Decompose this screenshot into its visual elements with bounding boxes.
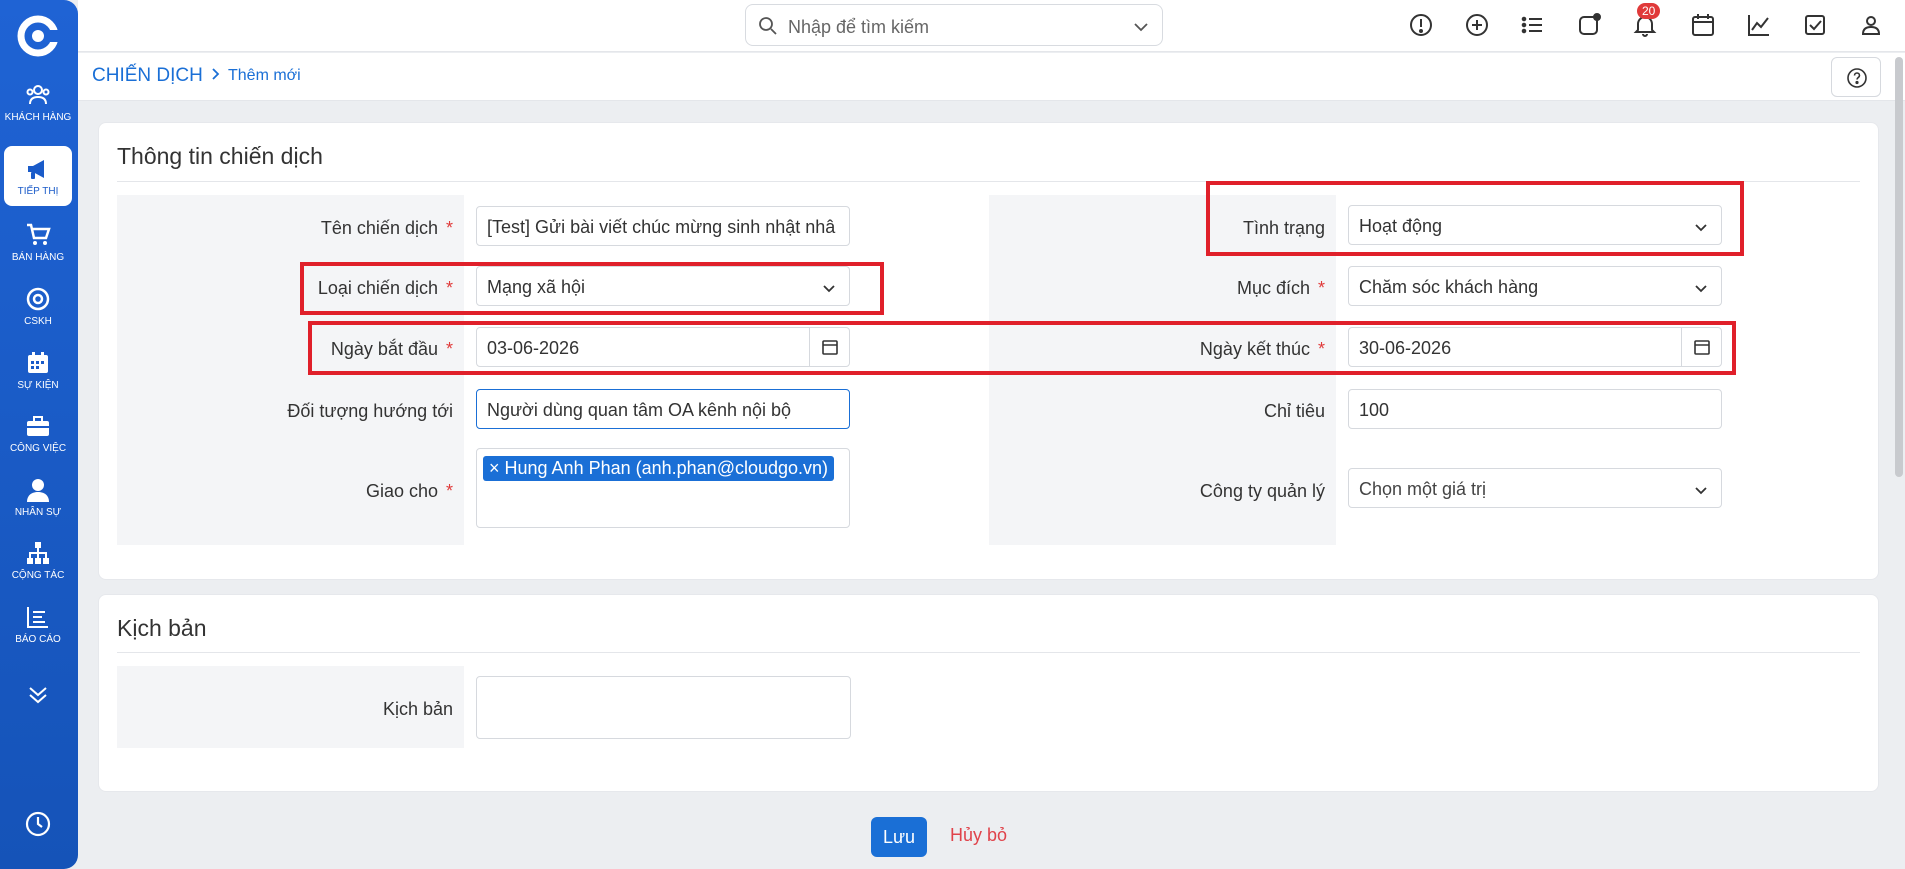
question-circle-icon (1847, 68, 1867, 88)
sidebar-item-label: SỰ KIỆN (17, 379, 59, 391)
highlight-box-status (1206, 181, 1744, 256)
sidebar-item-collaboration[interactable]: CỘNG TÁC (4, 530, 72, 590)
form-footer: Lưu Hủy bỏ (78, 806, 1905, 869)
assigned-to-input[interactable]: × Hung Anh Phan (anh.phan@cloudgo.vn) (476, 448, 850, 528)
lifebuoy-icon (26, 287, 50, 310)
chevron-right-icon (212, 68, 220, 80)
script-textarea[interactable] (476, 676, 851, 739)
sidebar-item-customers[interactable]: KHÁCH HÀNG (4, 72, 72, 132)
sidebar-item-reports[interactable]: BÁO CÁO (4, 594, 72, 654)
search-input[interactable]: Nhập để tìm kiếm (745, 4, 1163, 46)
user-icon[interactable] (1858, 12, 1884, 38)
campaign-name-input[interactable]: [Test] Gửi bài viết chúc mừng sinh nhật … (476, 206, 850, 246)
person-icon (27, 478, 49, 502)
double-chevron-down-icon[interactable] (24, 680, 52, 708)
search-placeholder: Nhập để tìm kiếm (788, 17, 930, 37)
org-chart-icon (27, 541, 49, 564)
sidebar-item-marketing[interactable]: TIẾP THỊ (4, 146, 72, 206)
sidebar-item-label: TIẾP THỊ (17, 185, 59, 197)
select-value: Chăm sóc khách hàng (1359, 277, 1539, 297)
cart-icon (27, 223, 51, 245)
script-card: Kịch bản Kịch bản (98, 594, 1879, 792)
sidebar-item-hr[interactable]: NHÂN SỰ (4, 467, 72, 527)
company-select[interactable]: Chọn một giá trị (1348, 468, 1722, 508)
sidebar-item-tasks[interactable]: CÔNG VIỆC (4, 403, 72, 463)
cancel-button[interactable]: Hủy bỏ (950, 825, 1007, 846)
sidebar-item-events[interactable]: SỰ KIỆN (4, 340, 72, 400)
plus-circle-icon[interactable] (1464, 12, 1490, 38)
quota-input[interactable]: 100 (1348, 389, 1722, 429)
notification-square-icon[interactable] (1576, 12, 1602, 38)
breadcrumb-module[interactable]: CHIẾN DỊCH (92, 65, 203, 87)
calendar-icon[interactable] (1690, 12, 1716, 38)
sidebar-item-label: KHÁCH HÀNG (4, 111, 72, 123)
target-audience-input[interactable]: Người dùng quan tâm OA kênh nội bộ (476, 389, 850, 429)
chart-line-icon[interactable] (1746, 12, 1772, 38)
field-label-target: Đối tượng hướng tới (287, 401, 453, 421)
briefcase-icon (27, 415, 49, 436)
sidebar: KHÁCH HÀNG TIẾP THỊ BÁN HÀNG CSKH SỰ KIỆ… (0, 0, 78, 869)
field-label-company: Công ty quản lý (1199, 481, 1325, 501)
scrollbar-thumb[interactable] (1895, 57, 1903, 477)
sidebar-item-label: BÁN HÀNG (11, 251, 65, 263)
breadcrumb: CHIẾN DỊCH Thêm mới (78, 53, 1905, 101)
chevron-down-icon (1695, 487, 1707, 495)
field-label-assigned: Giao cho * (365, 481, 453, 501)
chevron-down-icon[interactable] (1132, 18, 1150, 36)
section-title: Thông tin chiến dịch (117, 143, 323, 169)
search-icon (759, 17, 777, 35)
field-label-purpose: Mục đích * (1236, 278, 1325, 298)
assignee-tag[interactable]: × Hung Anh Phan (anh.phan@cloudgo.vn) (483, 456, 835, 481)
alert-circle-icon[interactable] (1408, 12, 1434, 38)
field-label-quota: Chỉ tiêu (1263, 401, 1325, 421)
sidebar-item-label: CÔNG VIỆC (9, 442, 67, 454)
highlight-box-campaign-type (300, 262, 884, 315)
breadcrumb-current: Thêm mới (228, 67, 301, 84)
report-icon (27, 606, 48, 628)
select-value: Chọn một giá trị (1359, 479, 1487, 499)
notification-badge: 20 (1637, 3, 1661, 19)
sidebar-item-sales[interactable]: BÁN HÀNG (4, 212, 72, 272)
purpose-select[interactable]: Chăm sóc khách hàng (1348, 266, 1722, 306)
scrollbar[interactable] (1893, 53, 1905, 477)
list-icon[interactable] (1520, 12, 1546, 38)
section-title: Kịch bản (117, 615, 207, 641)
highlight-box-dates (308, 321, 1736, 375)
help-button[interactable] (1831, 57, 1881, 97)
sidebar-item-support[interactable]: CSKH (4, 276, 72, 336)
app-logo-icon[interactable] (16, 14, 60, 58)
chevron-down-icon (1695, 285, 1707, 293)
sidebar-item-label: CSKH (24, 315, 52, 327)
clock-icon[interactable] (24, 810, 52, 838)
users-icon (26, 84, 50, 104)
divider (117, 652, 1860, 653)
top-bar: Nhập để tìm kiếm (78, 0, 1905, 52)
checkbox-icon[interactable] (1802, 12, 1828, 38)
save-button[interactable]: Lưu (871, 817, 927, 857)
breadcrumb-separator (208, 65, 222, 86)
sidebar-item-label: CỘNG TÁC (11, 569, 65, 581)
field-label-campaign-name: Tên chiến dịch * (320, 218, 453, 238)
calendar-grid-icon (28, 351, 48, 373)
field-label-script: Kịch bản (382, 699, 453, 719)
megaphone-icon (28, 159, 44, 179)
sidebar-item-label: NHÂN SỰ (14, 506, 62, 518)
sidebar-item-label: BÁO CÁO (15, 633, 61, 645)
